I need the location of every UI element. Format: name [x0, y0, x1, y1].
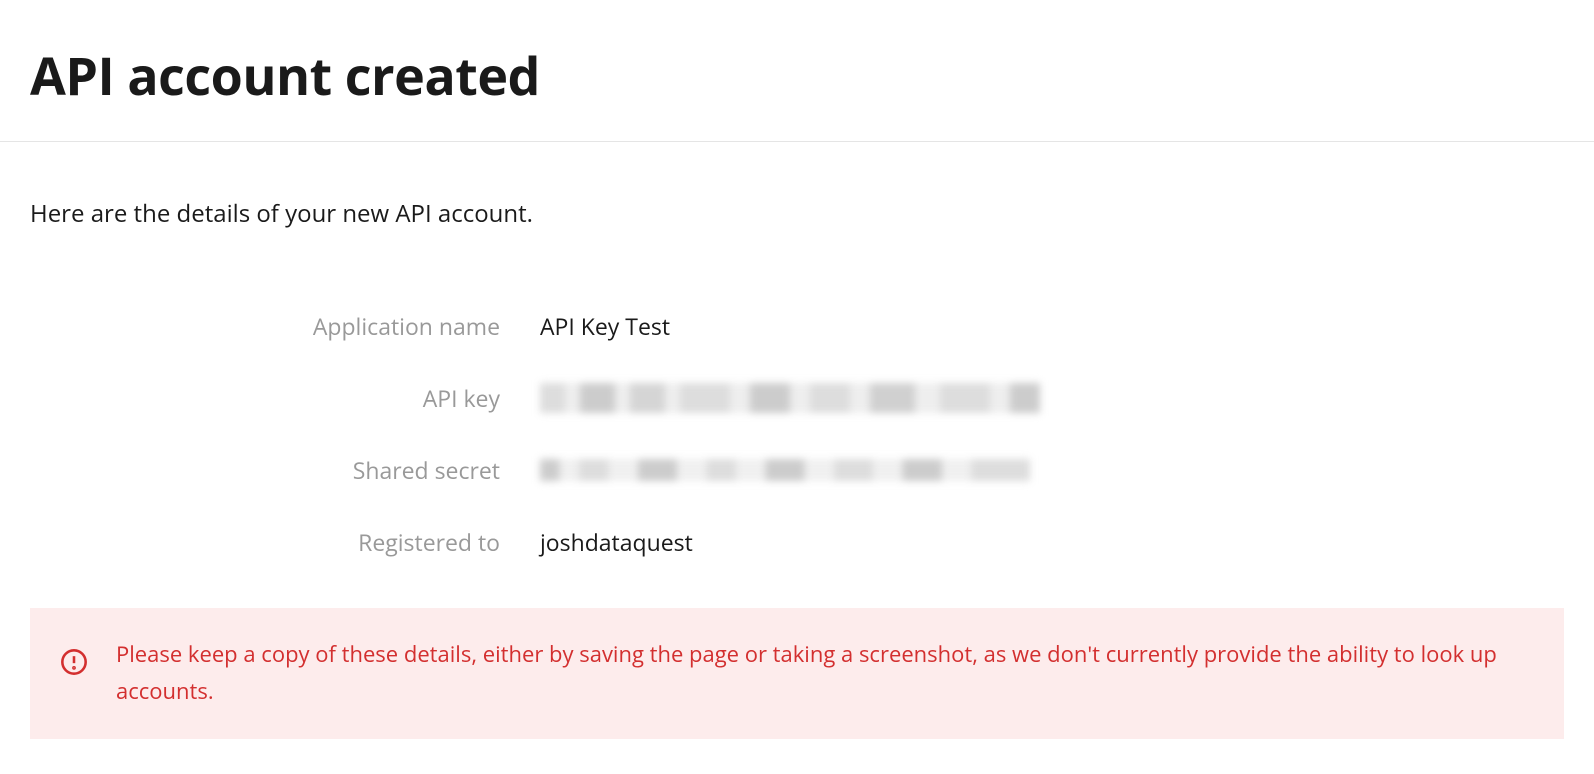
page-content: Here are the details of your new API acc… — [0, 142, 1594, 769]
value-application-name: API Key Test — [540, 310, 670, 342]
intro-text: Here are the details of your new API acc… — [30, 197, 1564, 230]
redacted-block — [540, 383, 1040, 413]
redacted-block — [540, 459, 1030, 481]
details-table: Application name API Key Test API key Sh… — [280, 310, 1564, 558]
detail-row-application-name: Application name API Key Test — [280, 310, 1564, 342]
label-application-name: Application name — [280, 310, 540, 342]
value-shared-secret-redacted — [540, 459, 1030, 481]
label-registered-to: Registered to — [280, 526, 540, 558]
label-shared-secret: Shared secret — [280, 454, 540, 486]
value-api-key-redacted — [540, 383, 1040, 413]
detail-row-api-key: API key — [280, 382, 1564, 414]
label-api-key: API key — [280, 382, 540, 414]
alert-circle-icon — [60, 648, 88, 681]
page-header: API account created — [0, 0, 1594, 142]
warning-box: Please keep a copy of these details, eit… — [30, 608, 1564, 739]
value-registered-to: joshdataquest — [540, 526, 693, 558]
detail-row-shared-secret: Shared secret — [280, 454, 1564, 486]
page-title: API account created — [30, 40, 1564, 111]
detail-row-registered-to: Registered to joshdataquest — [280, 526, 1564, 558]
warning-text: Please keep a copy of these details, eit… — [116, 636, 1534, 711]
